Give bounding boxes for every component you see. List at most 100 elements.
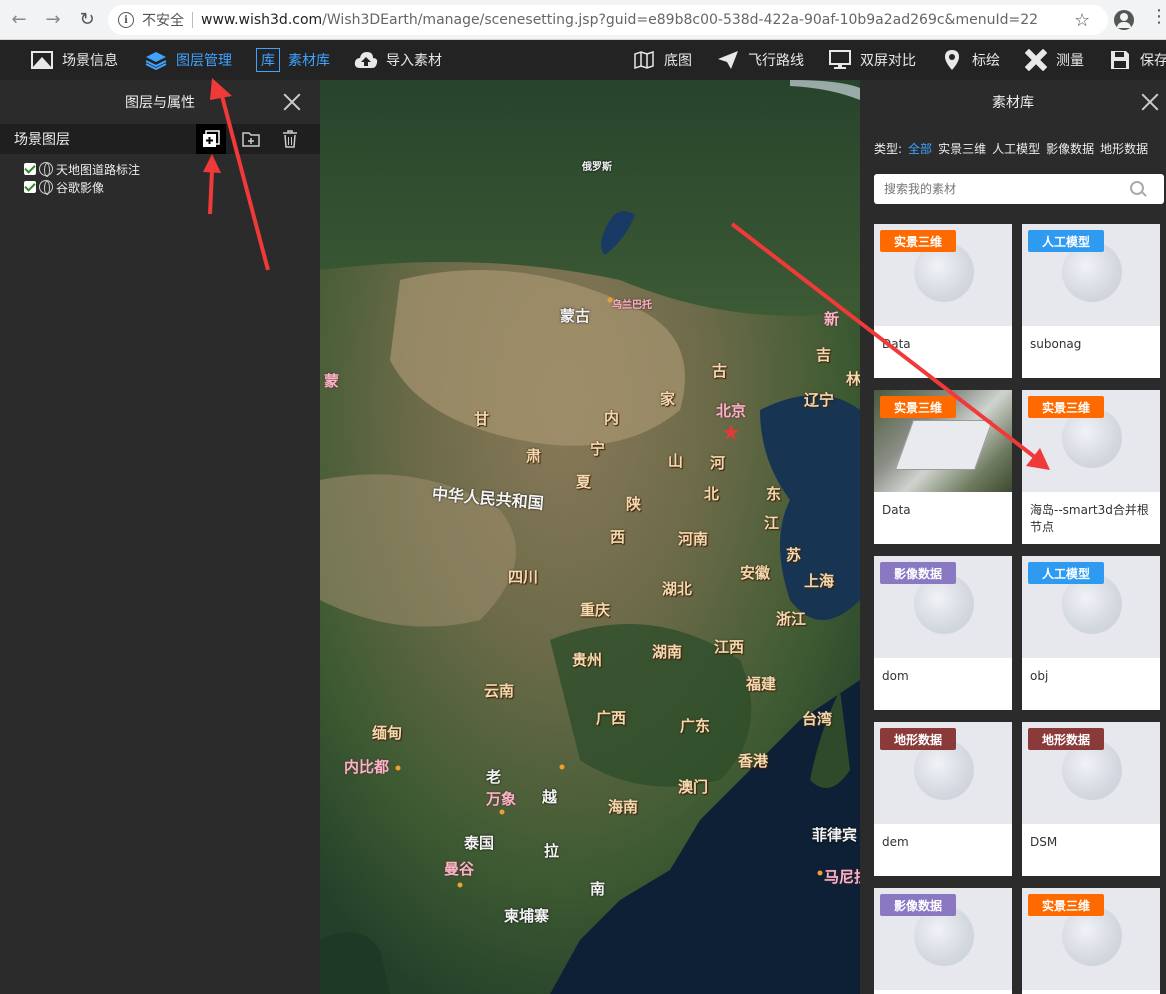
material-card[interactable]: 实景三维海岛--smart3d合并根节点 bbox=[1022, 390, 1160, 544]
building-preview bbox=[894, 420, 994, 470]
material-search-input[interactable] bbox=[874, 174, 1164, 204]
mark-button[interactable]: 标绘 bbox=[940, 40, 1000, 80]
material-type-badge: 地形数据 bbox=[1028, 728, 1105, 750]
scene-info-icon bbox=[30, 48, 54, 72]
cloud-upload-icon bbox=[354, 48, 378, 72]
layer-item[interactable]: 谷歌影像 bbox=[24, 178, 320, 196]
material-card[interactable]: 影像数据 dom bbox=[874, 556, 1012, 710]
site-info-icon[interactable]: i bbox=[118, 12, 134, 28]
import-button[interactable]: 导入素材 bbox=[354, 40, 442, 80]
scene-layers-title: 场景图层 bbox=[14, 132, 70, 148]
basemap-label: 底图 bbox=[664, 53, 692, 69]
material-type-badge: 影像数据 bbox=[880, 562, 957, 584]
library-button[interactable]: 库 素材库 bbox=[256, 40, 330, 80]
flight-route-label: 飞行路线 bbox=[748, 53, 804, 69]
layers-icon bbox=[144, 48, 168, 72]
layer-checkbox[interactable] bbox=[24, 163, 36, 175]
type-filter-realistic[interactable]: 实景三维 bbox=[938, 140, 986, 157]
search-icon[interactable] bbox=[1130, 181, 1144, 195]
add-layer-icon[interactable] bbox=[196, 124, 226, 154]
layer-panel: 图层与属性 场景图层 天地图道路标注 谷歌影像 bbox=[0, 80, 320, 994]
globe-icon bbox=[39, 162, 53, 177]
import-label: 导入素材 bbox=[386, 53, 442, 69]
map-markers bbox=[395, 297, 823, 888]
scene-info-button[interactable]: 场景信息 bbox=[30, 40, 118, 80]
measure-button[interactable]: 测量 bbox=[1024, 40, 1084, 80]
material-type-badge: 影像数据 bbox=[880, 894, 957, 916]
app-page: ← → ↻ i 不安全 www.wish3d.com/Wish3DEarth/m… bbox=[0, 0, 1166, 994]
material-card[interactable]: 实景三维 Data bbox=[874, 390, 1012, 544]
library-panel-title: 素材库 bbox=[992, 95, 1034, 111]
library-panel-header: 素材库 bbox=[860, 80, 1166, 124]
material-name: dem bbox=[882, 835, 909, 849]
material-card[interactable]: 人工模型 obj bbox=[1022, 556, 1160, 710]
close-icon[interactable] bbox=[1140, 92, 1160, 112]
forward-icon[interactable]: → bbox=[38, 5, 68, 35]
save-label: 保存 bbox=[1140, 53, 1166, 69]
type-filter-label: 类型: bbox=[874, 141, 903, 156]
layer-label: 谷歌影像 bbox=[56, 180, 105, 195]
material-name: Data bbox=[882, 503, 911, 517]
layer-item[interactable]: 天地图道路标注 bbox=[24, 160, 320, 178]
library-icon: 库 bbox=[256, 48, 280, 72]
material-library-panel: 素材库 类型: 全部 实景三维 人工模型 影像数据 地形数据 实景三维 Data 人… bbox=[860, 80, 1166, 994]
material-card[interactable]: 人工模型 subonag bbox=[1022, 224, 1160, 378]
type-filter-image[interactable]: 影像数据 bbox=[1046, 140, 1094, 157]
ruler-icon bbox=[1024, 48, 1048, 72]
map-pin-icon bbox=[940, 48, 964, 72]
basemap-icon bbox=[632, 48, 656, 72]
material-card[interactable]: 影像数据 bbox=[874, 888, 1012, 994]
back-icon[interactable]: ← bbox=[4, 5, 34, 35]
save-button[interactable]: 保存 bbox=[1108, 40, 1166, 80]
type-filter-all[interactable]: 全部 bbox=[908, 140, 932, 157]
close-icon[interactable] bbox=[282, 92, 302, 112]
layer-label: 天地图道路标注 bbox=[56, 162, 141, 177]
paper-plane-icon bbox=[716, 48, 740, 72]
material-type-badge: 实景三维 bbox=[880, 230, 957, 252]
library-label: 素材库 bbox=[288, 53, 330, 69]
floppy-disk-icon bbox=[1108, 48, 1132, 72]
scene-info-label: 场景信息 bbox=[62, 53, 118, 69]
material-type-badge: 实景三维 bbox=[1028, 894, 1105, 916]
layer-manage-button[interactable]: 图层管理 bbox=[144, 40, 232, 80]
bookmark-star-icon[interactable]: ☆ bbox=[1074, 10, 1090, 31]
material-name: Data bbox=[882, 337, 911, 351]
material-type-badge: 人工模型 bbox=[1028, 230, 1105, 252]
reload-icon[interactable]: ↻ bbox=[72, 5, 102, 35]
profile-icon[interactable] bbox=[1114, 10, 1134, 30]
basemap-button[interactable]: 底图 bbox=[632, 40, 692, 80]
scene-layers-bar: 场景图层 bbox=[0, 124, 320, 154]
globe-map-view[interactable]: 俄罗斯 蒙古 乌兰巴托 中华人民共和国 北京 内 家 古 辽宁 吉 林 宁 夏 … bbox=[320, 80, 860, 994]
browser-bar: ← → ↻ i 不安全 www.wish3d.com/Wish3DEarth/m… bbox=[0, 0, 1166, 40]
type-filter-model[interactable]: 人工模型 bbox=[992, 140, 1040, 157]
material-name: 海岛--smart3d合并根节点 bbox=[1030, 503, 1149, 534]
type-filter-terrain[interactable]: 地形数据 bbox=[1100, 140, 1148, 157]
address-bar[interactable]: i 不安全 www.wish3d.com/Wish3DEarth/manage/… bbox=[108, 5, 1108, 35]
flight-route-button[interactable]: 飞行路线 bbox=[716, 40, 804, 80]
dual-screen-label: 双屏对比 bbox=[860, 53, 916, 69]
url-path: /Wish3DEarth/manage/scenesetting.jsp?gui… bbox=[322, 12, 1039, 28]
material-type-badge: 地形数据 bbox=[880, 728, 957, 750]
browser-menu-icon[interactable]: ⋮ bbox=[1150, 8, 1166, 26]
measure-label: 测量 bbox=[1056, 53, 1084, 69]
main-toolbar: 场景信息 图层管理 库 素材库 导入素材 底图 飞行路线 双屏对比 标绘 测量 … bbox=[0, 40, 1166, 80]
layer-panel-header: 图层与属性 bbox=[0, 80, 320, 124]
layer-checkbox[interactable] bbox=[24, 181, 36, 193]
material-name: dom bbox=[882, 669, 909, 683]
url-host: www.wish3d.com bbox=[201, 12, 323, 28]
material-type-badge: 人工模型 bbox=[1028, 562, 1105, 584]
monitor-icon bbox=[828, 48, 852, 72]
dual-screen-button[interactable]: 双屏对比 bbox=[828, 40, 916, 80]
material-type-badge: 实景三维 bbox=[1028, 396, 1105, 418]
material-card[interactable]: 实景三维 bbox=[1022, 888, 1160, 994]
globe-icon bbox=[39, 180, 53, 195]
layer-manage-label: 图层管理 bbox=[176, 53, 232, 69]
material-card[interactable]: 地形数据 dem bbox=[874, 722, 1012, 876]
address-divider bbox=[192, 12, 193, 28]
delete-icon[interactable] bbox=[275, 124, 305, 154]
material-name: subonag bbox=[1030, 337, 1082, 351]
add-folder-icon[interactable] bbox=[236, 124, 266, 154]
material-name: obj bbox=[1030, 669, 1049, 683]
material-card[interactable]: 实景三维 Data bbox=[874, 224, 1012, 378]
material-card[interactable]: 地形数据 DSM bbox=[1022, 722, 1160, 876]
